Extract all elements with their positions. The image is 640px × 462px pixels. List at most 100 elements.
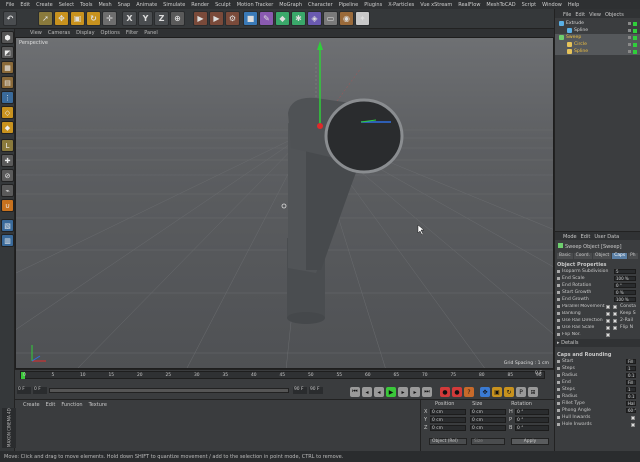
undo-icon[interactable]: ↶ (3, 11, 17, 26)
edges-mode-icon[interactable]: ◇ (1, 106, 14, 119)
render-settings-icon[interactable]: ⚙ (225, 11, 240, 26)
cube-icon[interactable]: ■ (243, 11, 258, 26)
object-row-spline[interactable]: Spline (555, 48, 640, 55)
tab-basic[interactable]: Basic (557, 253, 573, 259)
checkbox[interactable] (606, 304, 610, 309)
sculpt-icon[interactable]: ⌁ (1, 184, 14, 197)
layout-icon[interactable]: ▧ (1, 219, 14, 232)
menu-item-mesh[interactable]: Mesh (95, 2, 114, 8)
property-value-field[interactable]: 100 % (614, 297, 636, 302)
menu-item-mograph[interactable]: MoGraph (276, 2, 305, 8)
menu-item-simulate[interactable]: Simulate (160, 2, 188, 8)
size-mode-select[interactable]: Size (471, 438, 505, 445)
next-frame-icon[interactable]: ▸ (398, 387, 408, 397)
preview-end-field[interactable]: 90 F (309, 387, 323, 394)
tab-ph[interactable]: Ph (628, 253, 638, 259)
checkbox[interactable] (606, 311, 610, 316)
size-field[interactable]: 0 cm (470, 425, 506, 431)
object-row-spline[interactable]: Spline (555, 27, 640, 34)
caps-value-field[interactable]: 0.1 (626, 373, 636, 378)
menu-item-vue-xstream[interactable]: Vue xStream (417, 2, 455, 8)
attribute-menu-mode[interactable]: Mode (563, 234, 577, 240)
prev-frame-icon[interactable]: ◂ (374, 387, 384, 397)
preview-range-slider[interactable] (49, 388, 289, 393)
position-field[interactable]: 0 cm (430, 417, 466, 423)
enabled-check-icon[interactable] (633, 42, 637, 47)
property-value-field[interactable]: 0 % (614, 290, 636, 295)
scale-key-icon[interactable]: ▣ (492, 387, 502, 397)
attribute-menu-user-data[interactable]: User Data (594, 234, 619, 240)
property-value-field[interactable]: 5 (614, 269, 636, 274)
scale-icon[interactable]: ▣ (70, 11, 85, 26)
checkbox[interactable] (613, 311, 617, 316)
floor-icon[interactable]: ▭ (323, 11, 338, 26)
material-menu-create[interactable]: Create (23, 402, 40, 408)
keyframe-selection-icon[interactable]: ? (464, 387, 474, 397)
size-field[interactable]: 0 cm (470, 409, 506, 415)
size-field[interactable]: 0 cm (470, 417, 506, 423)
texture-mode-icon[interactable]: ▦ (1, 61, 14, 74)
checkbox[interactable] (606, 318, 610, 323)
deformer-icon[interactable]: ◈ (307, 11, 322, 26)
timeline-ruler[interactable]: 0 5 10 15 20 25 30 35 40 45 50 55 60 65 70 75 80 85 90 (20, 371, 545, 379)
tweak-mode-icon[interactable]: ✚ (1, 154, 14, 167)
menu-item-window[interactable]: Window (539, 2, 565, 8)
details-header[interactable]: ▸ Details (555, 339, 640, 347)
apply-button[interactable]: Apply (511, 438, 549, 445)
y-axis-button[interactable]: Y (138, 11, 153, 26)
menu-item-sculpt[interactable]: Sculpt (212, 2, 234, 8)
menu-item-file[interactable]: File (3, 2, 17, 8)
property-value-field[interactable]: 0 ° (614, 283, 636, 288)
move-icon[interactable]: ✥ (54, 11, 69, 26)
viewport-menu-view[interactable]: View (27, 30, 45, 36)
object-row-extrude[interactable]: Extrude (555, 20, 640, 27)
property-value-field[interactable]: 100 % (614, 276, 636, 281)
menu-item-meshtocad[interactable]: MeshToCAD (483, 2, 518, 8)
caps-value-field[interactable]: 1 (626, 387, 636, 392)
next-key-icon[interactable]: ▸ (410, 387, 420, 397)
position-field[interactable]: 0 cm (430, 409, 466, 415)
prev-key-icon[interactable]: ◂ (362, 387, 372, 397)
camera-icon[interactable]: ◉ (339, 11, 354, 26)
array-icon[interactable]: ✱ (291, 11, 306, 26)
checkbox[interactable] (613, 318, 617, 323)
caps-value-field[interactable]: Hal (626, 401, 636, 406)
menu-item-edit[interactable]: Edit (17, 2, 33, 8)
record-icon[interactable]: ● (440, 387, 450, 397)
menu-item-plugins[interactable]: Plugins (361, 2, 385, 8)
tab-object[interactable]: Object (592, 253, 612, 259)
menu-item-select[interactable]: Select (56, 2, 77, 8)
axis-mode-icon[interactable]: L (1, 139, 14, 152)
subdivision-icon[interactable]: ◆ (275, 11, 290, 26)
enabled-check-icon[interactable] (633, 35, 637, 40)
menu-item-x-particles[interactable]: X-Particles (385, 2, 417, 8)
viewport-menu-cameras[interactable]: Cameras (45, 30, 73, 36)
workspace-icon[interactable]: ▥ (1, 234, 14, 247)
caps-value-field[interactable]: 60 ° (626, 408, 636, 413)
enabled-check-icon[interactable] (633, 49, 637, 54)
attribute-menu-edit[interactable]: Edit (581, 234, 591, 240)
menu-item-character[interactable]: Character (305, 2, 336, 8)
enabled-check-icon[interactable] (633, 21, 637, 26)
make-editable-icon[interactable]: ⬢ (1, 31, 14, 44)
param-key-icon[interactable]: P (516, 387, 526, 397)
tab-caps[interactable]: Caps (612, 253, 628, 259)
tab-coord[interactable]: Coord. (573, 253, 592, 259)
menu-item-animate[interactable]: Animate (133, 2, 160, 8)
rotate-icon[interactable]: ↻ (86, 11, 101, 26)
menu-item-render[interactable]: Render (188, 2, 212, 8)
checkbox[interactable] (613, 325, 617, 330)
object-menu-objects[interactable]: Objects (605, 12, 624, 18)
menu-item-realflow[interactable]: RealFlow (455, 2, 483, 8)
current-frame-field[interactable]: 0 F (33, 387, 47, 394)
object-menu-edit[interactable]: Edit (575, 12, 585, 18)
checkbox[interactable] (613, 304, 617, 309)
goto-start-icon[interactable]: ⏮ (350, 387, 360, 397)
viewport-menu-options[interactable]: Options (98, 30, 123, 36)
model-mode-icon[interactable]: ◩ (1, 46, 14, 59)
position-key-icon[interactable]: ✥ (480, 387, 490, 397)
caps-value-field[interactable]: Fill (626, 380, 636, 385)
object-menu-view[interactable]: View (589, 12, 601, 18)
menu-item-pipeline[interactable]: Pipeline (336, 2, 362, 8)
caps-value-field[interactable]: 0.1 (626, 394, 636, 399)
